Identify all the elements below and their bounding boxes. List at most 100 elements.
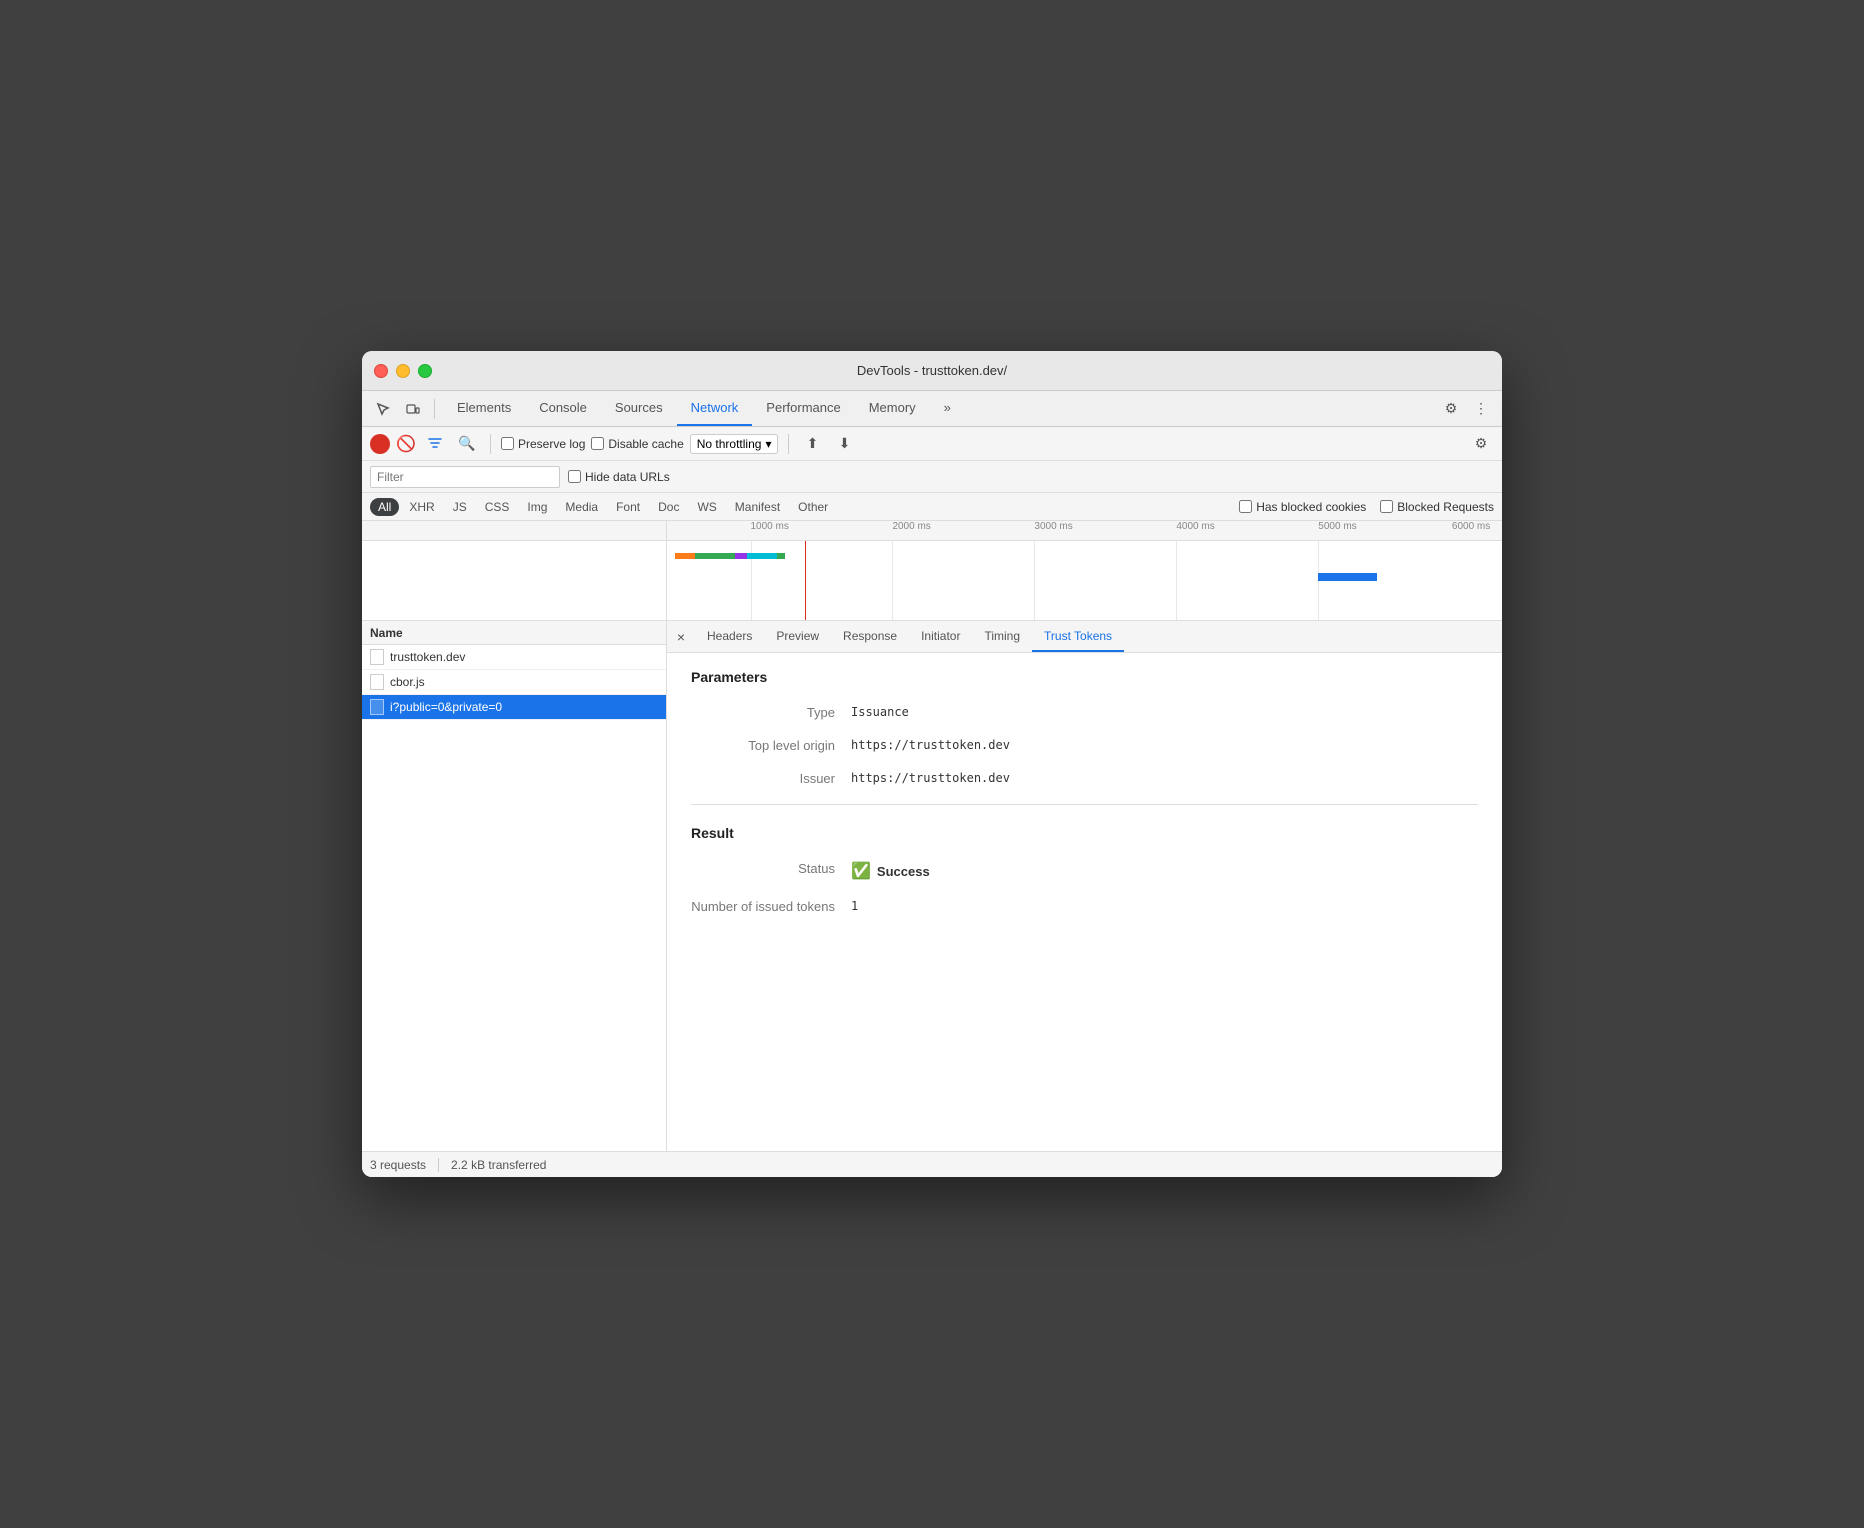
type-tab-other[interactable]: Other [790,498,836,516]
tab-network[interactable]: Network [677,391,753,426]
file-icon [370,699,384,715]
statusbar-divider [438,1158,439,1172]
request-item-cbor[interactable]: cbor.js [362,670,666,695]
type-tab-ws[interactable]: WS [689,498,724,516]
file-icon [370,649,384,665]
traffic-lights [374,364,432,378]
type-tab-all[interactable]: All [370,498,399,516]
tab-elements[interactable]: Elements [443,391,525,426]
tokens-row: Number of issued tokens 1 [691,899,1478,914]
disable-cache-checkbox[interactable]: Disable cache [591,437,683,451]
tab-performance[interactable]: Performance [752,391,854,426]
settings-network-icon[interactable]: ⚙ [1468,431,1494,457]
top-level-origin-value: https://trusttoken.dev [851,738,1010,753]
tokens-value: 1 [851,899,858,914]
waterfall-bar-issuance [1318,573,1376,581]
status-value: ✅ Success [851,861,930,881]
detail-tab-preview[interactable]: Preview [764,621,831,652]
detail-tab-trust-tokens[interactable]: Trust Tokens [1032,621,1124,652]
transferred-size: 2.2 kB transferred [451,1158,546,1172]
waterfall-bar-trusttoken [675,553,785,559]
hide-data-urls-checkbox[interactable]: Hide data URLs [568,470,670,484]
close-button[interactable] [374,364,388,378]
detail-tab-initiator[interactable]: Initiator [909,621,972,652]
stop-icon[interactable]: 🚫 [396,434,416,454]
request-item-issuance[interactable]: i?public=0&private=0 [362,695,666,720]
type-tab-css[interactable]: CSS [477,498,518,516]
search-icon[interactable]: 🔍 [454,431,480,457]
nav-tabs: Elements Console Sources Network Perform… [443,391,1438,426]
issuer-row: Issuer https://trusttoken.dev [691,771,1478,786]
top-level-origin-label: Top level origin [691,738,851,753]
download-icon[interactable]: ⬇ [831,431,857,457]
issuer-value: https://trusttoken.dev [851,771,1010,786]
maximize-button[interactable] [418,364,432,378]
minimize-button[interactable] [396,364,410,378]
success-icon: ✅ [851,861,871,881]
preserve-log-checkbox[interactable]: Preserve log [501,437,585,451]
type-tab-xhr[interactable]: XHR [401,498,442,516]
cursor-icon[interactable] [370,396,396,422]
statusbar: 3 requests 2.2 kB transferred [362,1151,1502,1177]
issuer-label: Issuer [691,771,851,786]
requests-count: 3 requests [370,1158,426,1172]
dom-content-loaded-line [805,541,806,621]
main-content: Name trusttoken.dev cbor.js i?public=0&p… [362,621,1502,1151]
time-label-4000: 4000 ms [1176,521,1214,532]
titlebar: DevTools - trusttoken.dev/ [362,351,1502,391]
window-title: DevTools - trusttoken.dev/ [857,363,1007,378]
time-label-1000: 1000 ms [751,521,789,532]
time-label-3000: 3000 ms [1034,521,1072,532]
type-tab-img[interactable]: Img [519,498,555,516]
top-level-origin-row: Top level origin https://trusttoken.dev [691,738,1478,753]
type-tab-media[interactable]: Media [557,498,606,516]
device-toggle-icon[interactable] [400,396,426,422]
request-list-header: Name [362,621,666,645]
type-tab-js[interactable]: JS [445,498,475,516]
type-tabs: All XHR JS CSS Img Media Font Doc WS Man… [362,493,1502,521]
filter-input[interactable] [370,466,560,488]
type-label: Type [691,705,851,720]
filter-icon[interactable] [422,431,448,457]
tokens-label: Number of issued tokens [691,899,851,914]
detail-tab-headers[interactable]: Headers [695,621,764,652]
status-label: Status [691,861,851,881]
detail-tabs: × Headers Preview Response Initiator Tim… [667,621,1502,653]
close-detail-button[interactable]: × [671,627,691,647]
time-label-5000: 5000 ms [1318,521,1356,532]
upload-icon[interactable]: ⬆ [799,431,825,457]
tab-console[interactable]: Console [525,391,601,426]
result-title: Result [691,825,1478,841]
detail-panel: × Headers Preview Response Initiator Tim… [667,621,1502,1151]
detail-content: Parameters Type Issuance Top level origi… [667,653,1502,1151]
section-divider [691,804,1478,805]
type-value: Issuance [851,705,909,720]
type-row: Type Issuance [691,705,1478,720]
tab-overflow[interactable]: » [930,391,965,426]
file-icon [370,674,384,690]
settings-icon[interactable]: ⚙ [1438,396,1464,422]
detail-tab-response[interactable]: Response [831,621,909,652]
detail-tab-timing[interactable]: Timing [972,621,1032,652]
type-tab-manifest[interactable]: Manifest [727,498,788,516]
filter-bar: Hide data URLs [362,461,1502,493]
request-item-trusttoken[interactable]: trusttoken.dev [362,645,666,670]
record-button[interactable] [370,434,390,454]
time-label-2000: 2000 ms [892,521,930,532]
network-toolbar: 🚫 🔍 Preserve log Disable cache No thrott… [362,427,1502,461]
status-row: Status ✅ Success [691,861,1478,881]
blocked-requests-checkbox[interactable]: Blocked Requests [1380,500,1494,514]
has-blocked-cookies-checkbox[interactable]: Has blocked cookies [1239,500,1366,514]
more-options-icon[interactable]: ⋮ [1468,396,1494,422]
time-label-6000: 6000 ms [1452,521,1490,532]
type-tab-doc[interactable]: Doc [650,498,687,516]
throttle-select[interactable]: No throttling ▾ [690,434,779,454]
timeline: 1000 ms 2000 ms 3000 ms 4000 ms 5000 ms … [362,521,1502,621]
tab-memory[interactable]: Memory [855,391,930,426]
top-nav: Elements Console Sources Network Perform… [362,391,1502,427]
parameters-title: Parameters [691,669,1478,685]
type-tab-font[interactable]: Font [608,498,648,516]
chevron-down-icon: ▾ [765,437,771,451]
request-list: Name trusttoken.dev cbor.js i?public=0&p… [362,621,667,1151]
tab-sources[interactable]: Sources [601,391,677,426]
